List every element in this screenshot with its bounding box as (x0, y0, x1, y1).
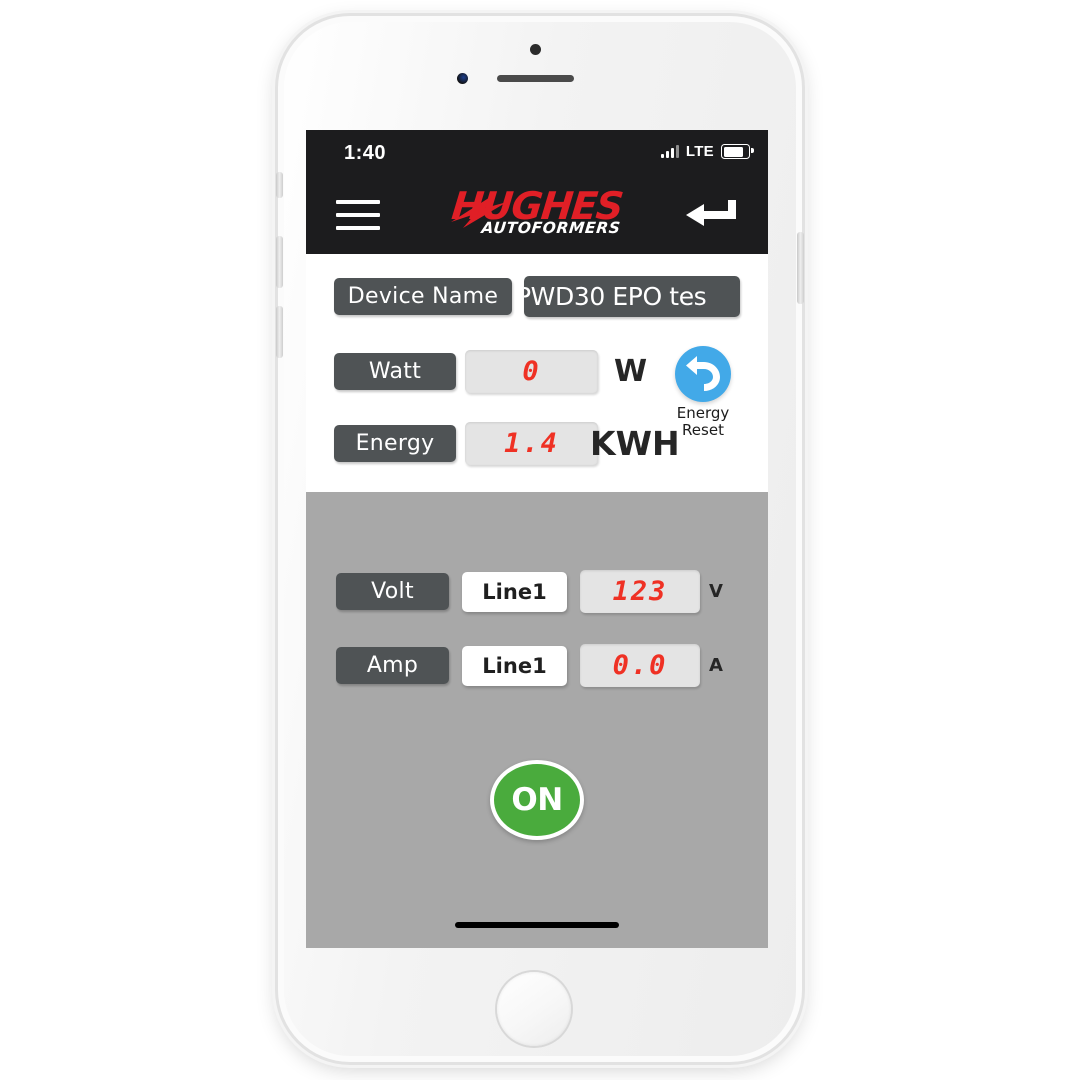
volt-label: Volt (336, 573, 449, 610)
proximity-sensor-icon (457, 73, 468, 84)
volume-down-button[interactable] (276, 306, 283, 358)
status-bar: 1:40 LTE (306, 130, 768, 176)
volt-unit-label: V (709, 581, 723, 602)
power-button[interactable] (797, 232, 804, 304)
phone-screen: 1:40 LTE HUGHES AUTOFORMERS Device Name … (306, 130, 768, 948)
undo-arrow-icon (675, 346, 731, 402)
volt-value-display: 123 (580, 570, 700, 613)
watt-label: Watt (334, 353, 456, 390)
amp-row: Amp Line1 0.0 A (336, 644, 723, 687)
brand-logo: HUGHES AUTOFORMERS (437, 184, 637, 237)
logo-autoformers-text: AUTOFORMERS (480, 219, 622, 237)
battery-icon (721, 144, 754, 159)
screenshot-canvas: 1:40 LTE HUGHES AUTOFORMERS Device Name … (0, 0, 1080, 1080)
back-arrow-icon[interactable] (684, 198, 740, 232)
energy-row: Energy 1.4 KWH (334, 422, 680, 465)
status-time: 1:40 (344, 142, 387, 164)
hamburger-menu-icon[interactable] (336, 200, 380, 230)
front-camera-icon (530, 44, 541, 55)
app-header: HUGHES AUTOFORMERS (306, 176, 768, 254)
energy-value-display: 1.4 (465, 422, 598, 465)
energy-reset-label-line2: Reset (682, 421, 724, 439)
energy-reset-button[interactable]: Energy Reset (664, 346, 742, 439)
volt-row: Volt Line1 123 V (336, 570, 723, 613)
watt-row: Watt 0 W (334, 350, 647, 393)
volt-line-select[interactable]: Line1 (462, 571, 567, 612)
device-name-row: Device Name PWD30 EPO tes (334, 276, 740, 317)
home-button[interactable] (497, 972, 571, 1046)
power-toggle-label: ON (511, 782, 563, 818)
home-indicator-bar (455, 922, 619, 928)
network-type-label: LTE (685, 143, 714, 160)
energy-reset-label: Energy Reset (664, 405, 742, 439)
earpiece-speaker (497, 75, 574, 82)
energy-label: Energy (334, 425, 456, 462)
device-name-input[interactable]: PWD30 EPO tes (524, 276, 740, 317)
signal-bars-icon (660, 145, 679, 158)
watt-unit-label: W (614, 354, 648, 389)
control-panel: Volt Line1 123 V Amp Line1 0.0 A ON (306, 492, 768, 948)
amp-label: Amp (336, 647, 449, 684)
volume-up-button[interactable] (276, 236, 283, 288)
watt-value-display: 0 (465, 350, 598, 393)
amp-line-select[interactable]: Line1 (462, 645, 567, 686)
mute-switch-button[interactable] (276, 172, 283, 198)
device-name-label: Device Name (334, 278, 512, 315)
status-indicators: LTE (660, 143, 754, 160)
amp-unit-label: A (709, 655, 723, 676)
energy-reset-label-line1: Energy (676, 404, 730, 422)
amp-value-display: 0.0 (580, 644, 700, 687)
summary-panel: Device Name PWD30 EPO tes Watt 0 W Energ… (306, 254, 768, 492)
power-toggle-button[interactable]: ON (490, 760, 584, 840)
